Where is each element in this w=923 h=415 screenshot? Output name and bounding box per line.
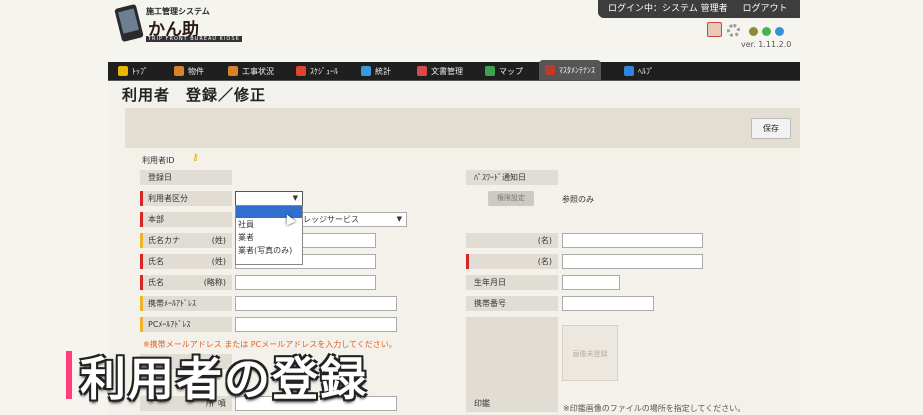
headquarters-value: レッジサービス	[303, 215, 359, 224]
house-icon	[174, 66, 184, 76]
mobile-phone-label: 携帯番号	[466, 296, 558, 311]
login-status: ログイン中：システム 管理者	[608, 4, 728, 14]
name-text: 氏名	[148, 257, 164, 266]
nav-item-top[interactable]: ﾄｯﾌﾟ	[118, 62, 148, 81]
first-name-kana-label: (名)	[466, 233, 558, 248]
nav-item-statistics[interactable]: 統計	[361, 62, 391, 81]
top-icon	[118, 66, 128, 76]
alias-input[interactable]	[235, 275, 376, 290]
caption-text: 利用者の登録	[80, 352, 368, 406]
user-avatar-icon[interactable]	[707, 22, 722, 37]
birthdate-label: 生年月日	[466, 275, 558, 290]
pc-mail-input[interactable]	[235, 317, 397, 332]
page-title: 利用者 登録／修正	[122, 86, 267, 104]
dropdown-option-vendor[interactable]: 業者	[236, 231, 302, 244]
status-dot-blue-icon[interactable]	[775, 27, 784, 36]
save-button[interactable]: 保存	[751, 118, 791, 139]
name-label: 氏名 (姓)	[140, 254, 232, 269]
mobile-mail-label: 携帯ﾒｰﾙｱﾄﾞﾚｽ	[140, 296, 232, 311]
nav-label: 工事状況	[242, 67, 274, 76]
video-caption: 利用者の登録	[66, 343, 456, 407]
alias-text: 氏名	[148, 278, 164, 287]
nav-label: 統計	[375, 67, 391, 76]
nav-label: ﾍﾙﾌﾟ	[638, 67, 654, 76]
dropdown-option-vendor-photo-only[interactable]: 業者(写真のみ)	[236, 244, 302, 257]
help-icon	[624, 66, 634, 76]
permission-settings-button[interactable]: 権限設定	[488, 191, 534, 206]
logout-link[interactable]: ログアウト	[742, 4, 787, 14]
last-paren: (姓)	[211, 257, 226, 266]
mobile-mail-input[interactable]	[235, 296, 397, 311]
last-paren: (姓)	[211, 236, 226, 245]
nav-item-master-maintenance[interactable]: ﾏｽﾀﾒﾝﾃﾅﾝｽ	[539, 60, 601, 81]
alias-paren: (略称)	[203, 278, 226, 287]
status-dot-olive-icon[interactable]	[749, 27, 758, 36]
nav-label: ﾄｯﾌﾟ	[132, 67, 148, 76]
first-paren: (名)	[537, 257, 552, 266]
mobile-phone-input[interactable]	[562, 296, 654, 311]
headquarters-label: 本部	[140, 212, 232, 227]
wrench-icon	[545, 65, 555, 75]
birthdate-input[interactable]	[562, 275, 620, 290]
pc-mail-label: PCﾒｰﾙｱﾄﾞﾚｽ	[140, 317, 232, 332]
main-nav: ﾄｯﾌﾟ 物件 工事状況 ｽｹｼﾞｭｰﾙ 統計 文書管理 マップ ﾏｽﾀﾒﾝﾃﾅ…	[108, 60, 800, 81]
permission-value: 参照のみ	[562, 195, 594, 204]
caption-accent-bar	[66, 351, 72, 399]
seal-note: ※印鑑画像のファイルの場所を指定してください。	[563, 404, 746, 413]
seal-label: 印鑑	[474, 399, 490, 408]
password-notify-label: ﾊﾟｽﾜｰﾄﾞ通知日	[466, 170, 558, 185]
name-kana-text: 氏名カナ	[148, 236, 180, 245]
nav-item-map[interactable]: マップ	[485, 62, 523, 81]
key-icon: ⚷	[192, 153, 199, 163]
app-tagline: TRIP FRONT BUREAU KIOSK	[146, 36, 242, 42]
nav-item-property[interactable]: 物件	[174, 62, 204, 81]
login-bar: ログイン中：システム 管理者 ログアウト	[598, 0, 800, 18]
map-icon	[485, 66, 495, 76]
nav-label: ｽｹｼﾞｭｰﾙ	[310, 67, 338, 76]
chevron-down-icon: ▼	[292, 194, 298, 202]
registered-date-label: 登録日	[140, 170, 232, 185]
first-name-kana-input[interactable]	[562, 233, 703, 248]
nav-item-schedule[interactable]: ｽｹｼﾞｭｰﾙ	[296, 62, 338, 81]
user-type-label: 利用者区分	[140, 191, 232, 206]
nav-label: マップ	[499, 67, 523, 76]
nav-label: ﾏｽﾀﾒﾝﾃﾅﾝｽ	[559, 66, 595, 75]
right-margin	[800, 0, 923, 415]
user-type-select[interactable]: ▼	[235, 191, 303, 206]
settings-gear-icon[interactable]	[727, 24, 740, 37]
form-toolbar: 保存	[125, 108, 800, 148]
nav-label: 物件	[188, 67, 204, 76]
nav-item-construction-status[interactable]: 工事状況	[228, 62, 274, 81]
name-kana-label: 氏名カナ (姓)	[140, 233, 232, 248]
user-id-label: 利用者ID	[142, 156, 175, 165]
alias-label: 氏名 (略称)	[140, 275, 232, 290]
nav-label: 文書管理	[431, 67, 463, 76]
user-type-dropdown[interactable]: 社員 業者 業者(写真のみ)	[235, 205, 303, 265]
status-dot-green-icon[interactable]	[762, 27, 771, 36]
house-icon	[228, 66, 238, 76]
app-logo[interactable]: 施工管理システム かん助 TRIP FRONT BUREAU KIOSK	[114, 3, 242, 43]
document-icon	[417, 66, 427, 76]
first-name-input[interactable]	[562, 254, 703, 269]
first-paren: (名)	[537, 236, 552, 245]
seal-photo-placeholder[interactable]: 画像未登録	[562, 325, 618, 381]
nav-item-documents[interactable]: 文書管理	[417, 62, 463, 81]
phone-logo-icon	[114, 3, 144, 43]
flag-icon	[296, 66, 306, 76]
nav-item-help[interactable]: ﾍﾙﾌﾟ	[624, 62, 654, 81]
version-label: ver. 1.11.2.0	[741, 40, 792, 49]
first-name-label: (名)	[466, 254, 558, 269]
header: 施工管理システム かん助 TRIP FRONT BUREAU KIOSK ログイ…	[108, 0, 800, 62]
chevron-down-icon: ▼	[396, 215, 402, 223]
chart-icon	[361, 66, 371, 76]
